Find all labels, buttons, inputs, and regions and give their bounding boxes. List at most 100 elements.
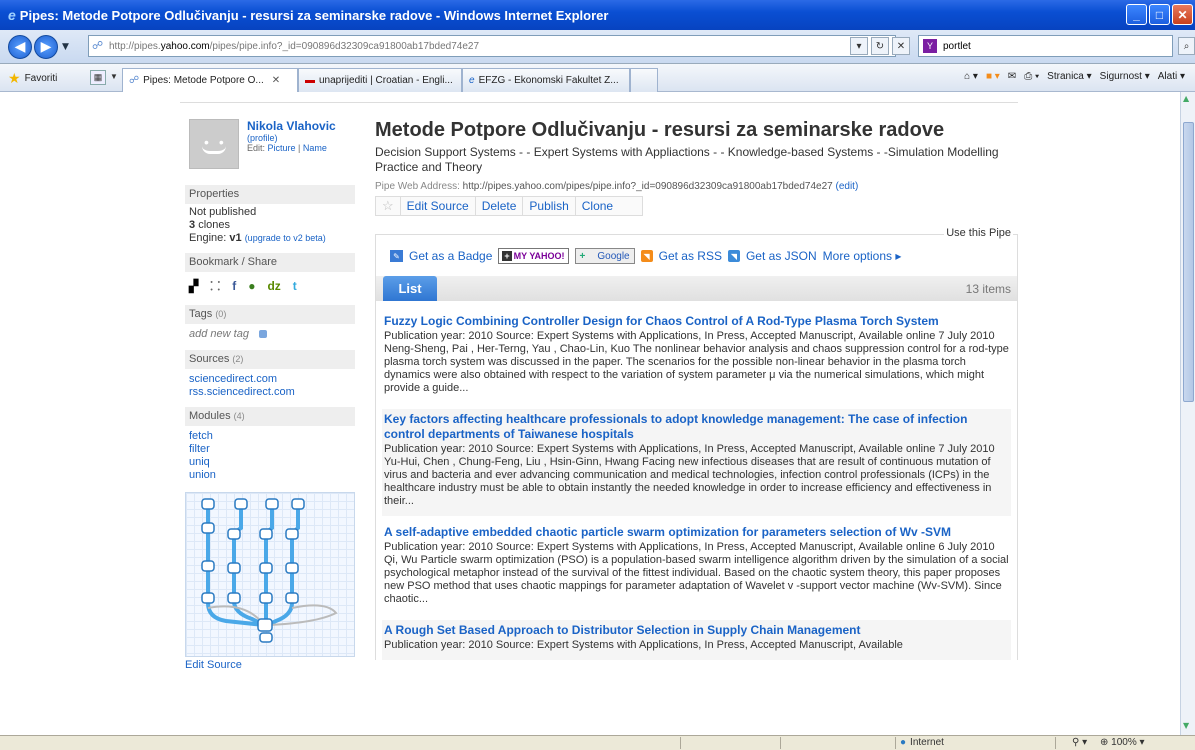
profile-info: Nikola Vlahovic (profile) Edit: Picture … <box>247 119 336 179</box>
output-options: ✎ Get as a Badge + MY YAHOO! + Google ◥ Ge… <box>390 248 901 264</box>
item-count: 13 items <box>965 282 1011 296</box>
item-title-link[interactable]: Key factors affecting healthcare profess… <box>384 412 1009 442</box>
stumbleupon-icon[interactable]: ● <box>248 279 255 293</box>
tab-label: unaprijediti | Croatian - Engli... <box>319 75 453 86</box>
yahoo-search-icon: Y <box>923 39 937 53</box>
edit-picture-link[interactable]: Picture <box>268 143 296 153</box>
edit-address-link[interactable]: (edit) <box>835 181 858 192</box>
publish-button[interactable]: Publish <box>523 197 576 215</box>
close-button[interactable]: ✕ <box>1172 4 1193 25</box>
dzone-icon[interactable]: dz <box>267 279 280 293</box>
tools-menu[interactable]: Alati ▾ <box>1158 71 1185 82</box>
delete-button[interactable]: Delete <box>476 197 524 215</box>
search-value: portlet <box>943 40 971 52</box>
feeds-icon[interactable]: ■ ▾ <box>986 71 1000 82</box>
tab-list[interactable]: List <box>383 276 437 301</box>
item-description: Publication year: 2010 Source: Expert Sy… <box>384 443 995 507</box>
safety-menu[interactable]: Sigurnost ▾ <box>1100 71 1150 82</box>
favorites-button[interactable]: ★ Favoriti <box>8 70 57 87</box>
upgrade-link[interactable]: (upgrade to v2 beta) <box>245 233 326 243</box>
mail-icon[interactable]: ✉ <box>1008 71 1016 82</box>
window-controls: _ □ ✕ <box>1126 4 1193 25</box>
stop-icon[interactable]: ✕ <box>892 37 910 55</box>
item-title-link[interactable]: A Rough Set Based Approach to Distributo… <box>384 623 1009 638</box>
page-menu[interactable]: Stranica ▾ <box>1047 71 1092 82</box>
get-json-link[interactable]: Get as JSON <box>746 249 817 263</box>
rss-icon: ◥ <box>640 250 653 262</box>
maximize-button[interactable]: □ <box>1149 4 1170 25</box>
forward-button[interactable]: ▶ <box>34 34 58 59</box>
sources-heading: Sources (2) <box>185 350 355 369</box>
protected-mode-icon[interactable]: ⚲ ▾ <box>1072 737 1087 748</box>
tab-efzg[interactable]: e EFZG - Ekonomski Fakultet Z... <box>462 68 630 92</box>
badge-icon: ✎ <box>390 250 403 262</box>
security-zone: ● Internet <box>900 737 944 748</box>
add-to-google-button[interactable]: + Google <box>574 248 635 264</box>
pipe-description: Decision Support Systems - - Expert Syst… <box>375 145 999 174</box>
user-name-link[interactable]: Nikola Vlahovic <box>247 119 336 133</box>
modules-list: fetch filter uniq union <box>185 426 355 482</box>
pipe-diagram-icon <box>201 498 338 643</box>
tab-croatian[interactable]: ▬ unaprijediti | Croatian - Engli... <box>298 68 462 92</box>
quick-tabs-icon[interactable]: ▦ <box>90 70 106 85</box>
search-input[interactable]: Y portlet <box>918 35 1173 57</box>
profile-link[interactable]: (profile) <box>247 133 336 143</box>
edit-source-link[interactable]: Edit Source <box>185 659 355 671</box>
zoom-icon: ⊕ <box>1100 737 1109 748</box>
pipe-thumbnail[interactable] <box>185 492 355 657</box>
address-dropdown-icon[interactable]: ▾ <box>850 37 868 55</box>
item-title-link[interactable]: A self-adaptive embedded chaotic particl… <box>384 525 1009 540</box>
favorite-star-icon[interactable]: ☆ <box>376 197 401 215</box>
module-link[interactable]: union <box>185 469 355 482</box>
module-link[interactable]: fetch <box>185 430 355 443</box>
url-path: /pipes/pipe.info?_id=090896d32309ca91800… <box>209 40 480 52</box>
favorites-label: Favoriti <box>24 73 58 84</box>
url-prefix: http://pipes. <box>109 40 161 52</box>
favorites-star-icon: ★ <box>8 70 21 86</box>
use-pipe-box: Use this Pipe ✎ Get as a Badge + MY YAHOO… <box>375 227 1018 276</box>
item-title-link[interactable]: Fuzzy Logic Combining Controller Design … <box>384 314 1009 329</box>
minimize-button[interactable]: _ <box>1126 4 1147 25</box>
add-tag-plus-icon[interactable] <box>258 330 267 338</box>
add-tag-input[interactable]: add new tag <box>185 324 355 344</box>
module-link[interactable]: filter <box>185 443 355 456</box>
tab-pipes[interactable]: ☍ Pipes: Metode Potpore O... ✕ <box>122 68 298 92</box>
get-badge-link[interactable]: Get as a Badge <box>409 249 492 263</box>
scrollbar-thumb[interactable] <box>1183 122 1194 402</box>
web-address-value: http://pipes.yahoo.com/pipes/pipe.info?_… <box>462 181 833 192</box>
edit-name-link[interactable]: Name <box>303 143 327 153</box>
search-icon[interactable]: ⌕ <box>1178 37 1195 55</box>
url-domain: yahoo.com <box>160 40 210 52</box>
scroll-down-icon[interactable]: ▼ <box>1183 721 1194 733</box>
get-rss-link[interactable]: Get as RSS <box>659 249 722 263</box>
address-input[interactable]: ☍ http://pipes. yahoo.com/pipes/pipe.info… <box>88 35 896 57</box>
edit-source-button[interactable]: Edit Source <box>401 197 476 215</box>
tab-list-dropdown-icon[interactable]: ▼ <box>110 72 118 81</box>
module-link[interactable]: uniq <box>185 456 355 469</box>
source-link[interactable]: rss.sciencedirect.com <box>185 386 355 399</box>
new-tab-button[interactable] <box>630 68 658 92</box>
refresh-icon[interactable]: ↻ <box>871 37 889 55</box>
history-dropdown-icon[interactable]: ▼ <box>62 42 69 52</box>
tab-close-icon[interactable]: ✕ <box>272 75 280 86</box>
main-content: Metode Potpore Odlučivanju - resursi za … <box>375 119 1018 666</box>
back-button[interactable]: ◀ <box>8 34 32 59</box>
vertical-scrollbar[interactable]: ▲ ▼ <box>1180 92 1195 735</box>
use-pipe-label: Use this Pipe <box>944 227 1013 239</box>
zoom-control[interactable]: ⊕ 100% ▾ <box>1100 737 1145 748</box>
more-options-link[interactable]: More options ▸ <box>823 249 902 263</box>
engine-info: Engine: v1 (upgrade to v2 beta) <box>189 232 326 244</box>
avatar[interactable]: •• <box>189 119 239 169</box>
add-to-myyahoo-button[interactable]: + MY YAHOO! <box>498 248 569 264</box>
home-icon[interactable]: ⌂ ▾ <box>964 71 978 82</box>
twitter-icon[interactable]: t <box>293 279 297 293</box>
source-link[interactable]: sciencedirect.com <box>185 373 355 386</box>
scroll-up-icon[interactable]: ▲ <box>1183 94 1194 106</box>
delicious-icon[interactable]: ▞ <box>189 279 198 293</box>
clone-button[interactable]: Clone <box>576 197 619 215</box>
facebook-icon[interactable]: f <box>232 279 236 293</box>
list-item: A self-adaptive embedded chaotic particl… <box>382 522 1011 614</box>
print-icon[interactable]: ⎙ ▾ <box>1024 71 1039 82</box>
digg-icon[interactable]: ⸬ <box>210 277 220 294</box>
profile-edit-links: Edit: Picture | Name <box>247 143 327 153</box>
